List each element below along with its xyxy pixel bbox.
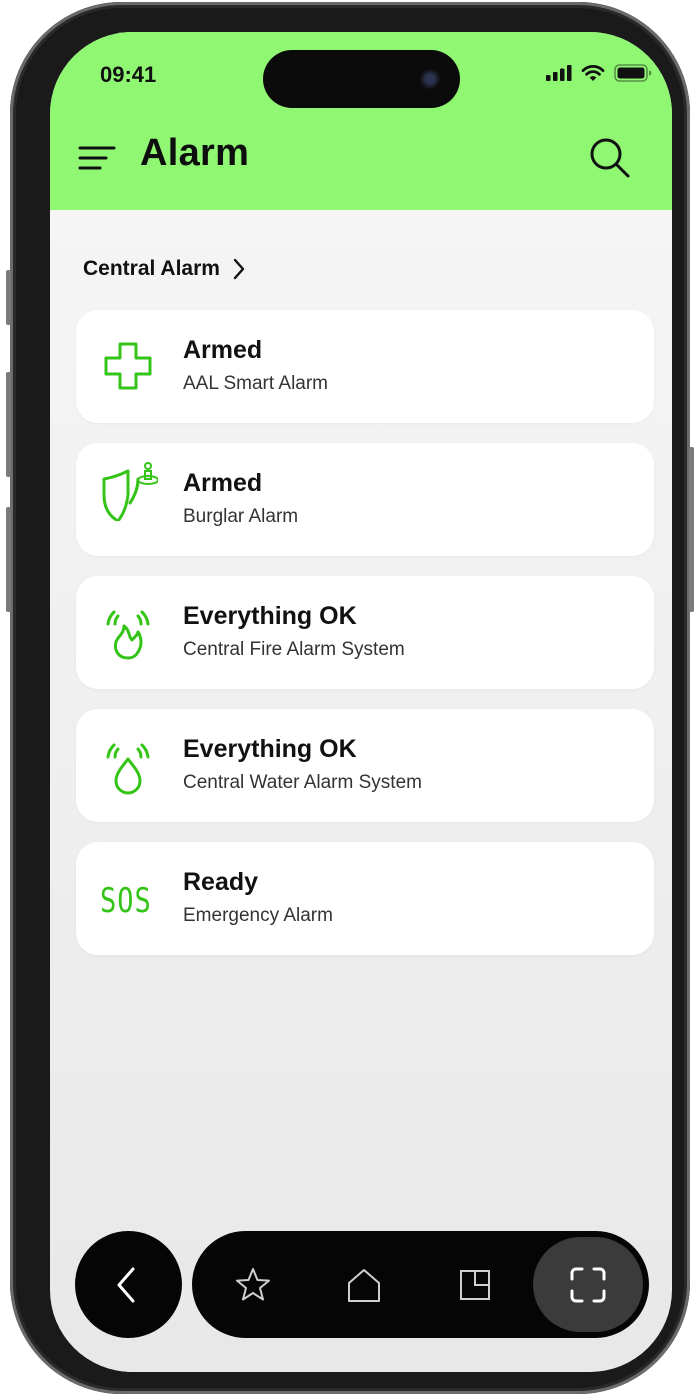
page-title: Alarm	[140, 132, 250, 174]
alarm-status: Armed	[183, 336, 263, 364]
scan-button[interactable]	[533, 1237, 643, 1332]
alarm-card-fire[interactable]: Everything OK Central Fire Alarm System	[76, 576, 654, 689]
home-icon[interactable]	[344, 1265, 384, 1305]
sos-icon: SOS	[100, 882, 152, 921]
silent-switch	[6, 270, 11, 325]
favorites-star-icon[interactable]	[233, 1265, 273, 1305]
cellular-signal-icon	[546, 65, 572, 81]
alarm-card-burglar[interactable]: Armed Burglar Alarm	[76, 443, 654, 556]
volume-down-button	[6, 507, 11, 612]
status-time: 09:41	[100, 62, 157, 87]
phone-frame: 09:41 Alarm Central Alarm Armed AAL Smar…	[6, 2, 694, 1394]
alarm-name: AAL Smart Alarm	[183, 373, 329, 394]
alarm-status: Ready	[183, 868, 259, 896]
alarm-name: Emergency Alarm	[183, 905, 333, 926]
dynamic-island	[263, 50, 460, 108]
back-button[interactable]	[75, 1231, 182, 1338]
fire-alarm-icon	[106, 610, 150, 660]
alarm-card-aal[interactable]: Armed AAL Smart Alarm	[76, 310, 654, 423]
camera-icon	[420, 69, 440, 89]
section-title: Central Alarm	[83, 257, 220, 280]
power-button	[689, 447, 694, 612]
bottom-nav-bar	[192, 1231, 649, 1338]
app-header: 09:41 Alarm	[50, 32, 672, 210]
alarm-card-emergency[interactable]: SOS Ready Emergency Alarm	[76, 842, 654, 955]
rooms-icon[interactable]	[455, 1265, 495, 1305]
medical-cross-icon	[104, 342, 152, 390]
wifi-icon	[581, 65, 605, 81]
section-link-central-alarm[interactable]: Central Alarm	[83, 257, 246, 281]
water-alarm-icon	[106, 743, 150, 795]
screen: 09:41 Alarm Central Alarm Armed AAL Smar…	[50, 32, 672, 1372]
back-icon	[117, 1267, 135, 1303]
alarm-name: Central Water Alarm System	[183, 772, 422, 793]
alarm-status: Everything OK	[183, 735, 357, 763]
alarm-status: Armed	[183, 469, 263, 497]
scan-icon	[570, 1267, 606, 1303]
status-icons	[546, 64, 652, 82]
shield-person-icon	[102, 462, 158, 521]
menu-icon[interactable]	[78, 145, 116, 171]
alarm-name: Central Fire Alarm System	[183, 639, 405, 660]
battery-icon	[614, 64, 652, 82]
search-icon[interactable]	[588, 136, 632, 180]
volume-up-button	[6, 372, 11, 477]
alarm-name: Burglar Alarm	[183, 506, 299, 527]
chevron-right-icon	[233, 258, 245, 280]
alarm-status: Everything OK	[183, 602, 357, 630]
alarm-card-water[interactable]: Everything OK Central Water Alarm System	[76, 709, 654, 822]
